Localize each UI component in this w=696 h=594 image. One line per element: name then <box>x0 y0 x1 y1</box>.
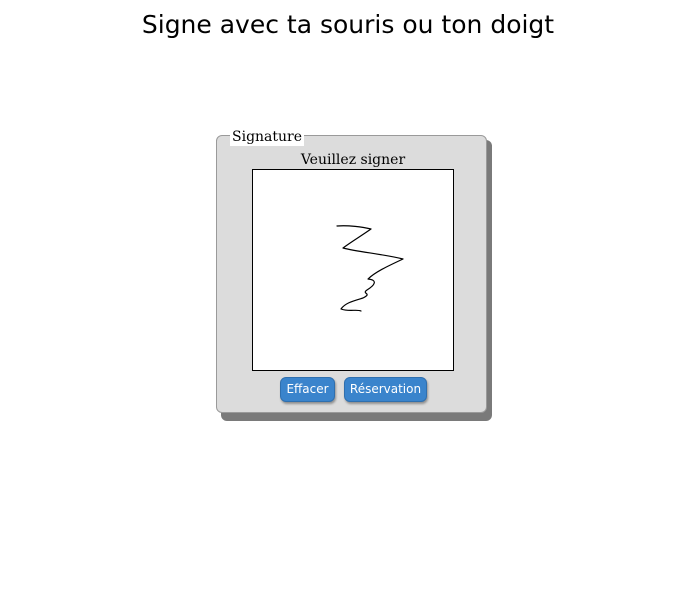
signature-stroke <box>336 225 404 312</box>
signature-prompt: Veuillez signer <box>300 152 406 168</box>
signature-legend: Signature <box>230 128 305 146</box>
page-title: Signe avec ta souris ou ton doigt <box>141 10 555 39</box>
reservation-button[interactable]: Réservation <box>344 377 427 402</box>
clear-button[interactable]: Effacer <box>280 377 335 402</box>
signature-canvas[interactable] <box>252 169 454 371</box>
signature-stroke-drawing <box>336 225 404 312</box>
